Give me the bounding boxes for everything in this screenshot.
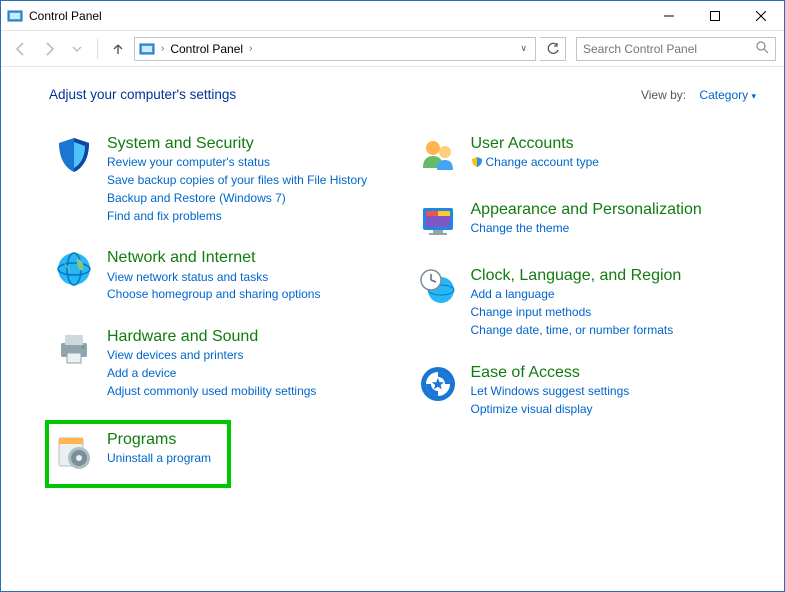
programs-icon <box>53 430 95 472</box>
category-title[interactable]: Clock, Language, and Region <box>471 266 682 285</box>
category-link[interactable]: Add a device <box>107 365 316 382</box>
page-title: Adjust your computer's settings <box>49 87 236 102</box>
category-clock-language: Clock, Language, and Region Add a langua… <box>413 262 757 343</box>
ease-of-access-icon <box>417 363 459 405</box>
category-title[interactable]: Hardware and Sound <box>107 327 316 346</box>
category-ease-of-access: Ease of Access Let Windows suggest setti… <box>413 359 757 422</box>
category-link[interactable]: Let Windows suggest settings <box>471 383 630 400</box>
address-dropdown-icon[interactable]: ∨ <box>516 43 531 54</box>
category-link[interactable]: Find and fix problems <box>107 208 367 225</box>
category-link[interactable]: Backup and Restore (Windows 7) <box>107 190 367 207</box>
search-icon <box>756 41 769 57</box>
view-by-label: View by: <box>641 88 686 102</box>
breadcrumb[interactable]: Control Panel <box>170 42 243 56</box>
control-panel-icon <box>139 41 155 57</box>
window-title: Control Panel <box>29 9 646 23</box>
title-bar: Control Panel <box>1 1 784 31</box>
category-title[interactable]: Network and Internet <box>107 248 320 267</box>
view-by-dropdown[interactable]: Category ▾ <box>699 88 756 102</box>
close-button[interactable] <box>738 1 784 31</box>
back-button[interactable] <box>9 37 33 61</box>
navigation-bar: › Control Panel › ∨ <box>1 31 784 67</box>
category-user-accounts: User Accounts Change account type <box>413 130 757 180</box>
control-panel-icon <box>7 8 23 24</box>
separator <box>97 39 98 59</box>
category-link[interactable]: View devices and printers <box>107 347 316 364</box>
category-appearance: Appearance and Personalization Change th… <box>413 196 757 246</box>
monitor-icon <box>417 200 459 242</box>
chevron-right-icon[interactable]: › <box>159 43 166 54</box>
recent-locations-button[interactable] <box>65 37 89 61</box>
content-area: Adjust your computer's settings View by:… <box>1 67 784 591</box>
search-input[interactable] <box>583 42 756 56</box>
category-link[interactable]: Change the theme <box>471 220 702 237</box>
category-title[interactable]: Programs <box>107 430 211 449</box>
view-by: View by: Category ▾ <box>641 88 756 102</box>
category-link[interactable]: Choose homegroup and sharing options <box>107 286 320 303</box>
minimize-button[interactable] <box>646 1 692 31</box>
category-title[interactable]: System and Security <box>107 134 367 153</box>
forward-button[interactable] <box>37 37 61 61</box>
category-link[interactable]: View network status and tasks <box>107 269 320 286</box>
category-title[interactable]: User Accounts <box>471 134 599 153</box>
chevron-right-icon[interactable]: › <box>247 43 254 54</box>
category-link[interactable]: Change account type <box>471 154 599 171</box>
category-link[interactable]: Optimize visual display <box>471 401 630 418</box>
search-box[interactable] <box>576 37 776 61</box>
uac-shield-icon <box>471 156 483 168</box>
category-link[interactable]: Adjust commonly used mobility settings <box>107 383 316 400</box>
maximize-button[interactable] <box>692 1 738 31</box>
address-bar[interactable]: › Control Panel › ∨ <box>134 37 536 61</box>
category-link[interactable]: Add a language <box>471 286 682 303</box>
users-icon <box>417 134 459 176</box>
category-title[interactable]: Appearance and Personalization <box>471 200 702 219</box>
category-network-internet: Network and Internet View network status… <box>49 244 393 307</box>
globe-icon <box>53 248 95 290</box>
category-link[interactable]: Change date, time, or number formats <box>471 322 682 339</box>
category-link[interactable]: Uninstall a program <box>107 450 211 467</box>
left-column: System and Security Review your computer… <box>49 130 393 488</box>
category-link[interactable]: Change input methods <box>471 304 682 321</box>
category-programs: Programs Uninstall a program <box>45 420 231 488</box>
category-link[interactable]: Review your computer's status <box>107 154 367 171</box>
up-button[interactable] <box>106 37 130 61</box>
shield-icon <box>53 134 95 176</box>
chevron-down-icon: ▾ <box>751 91 756 101</box>
refresh-button[interactable] <box>540 37 566 61</box>
category-link[interactable]: Save backup copies of your files with Fi… <box>107 172 367 189</box>
category-system-security: System and Security Review your computer… <box>49 130 393 228</box>
right-column: User Accounts Change account type Appear… <box>413 130 757 488</box>
clock-globe-icon <box>417 266 459 308</box>
category-title[interactable]: Ease of Access <box>471 363 630 382</box>
printer-icon <box>53 327 95 369</box>
category-hardware-sound: Hardware and Sound View devices and prin… <box>49 323 393 404</box>
window-controls <box>646 1 784 31</box>
